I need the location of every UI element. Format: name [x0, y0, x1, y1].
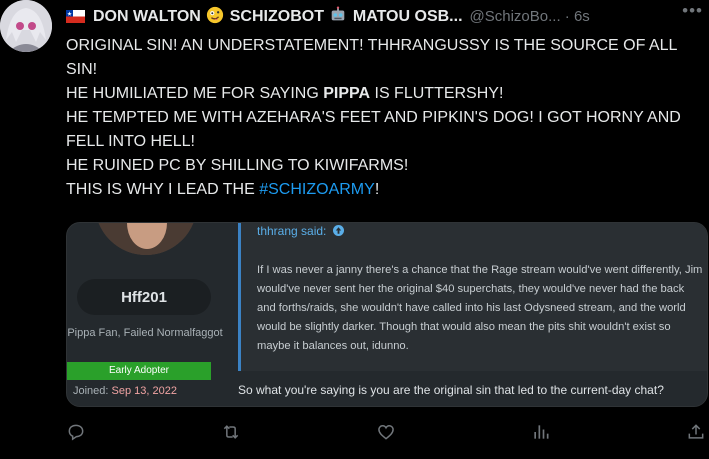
display-name-part-3[interactable]: MATOU OSB...	[353, 8, 463, 25]
display-name-part-1[interactable]: DON WALTON	[93, 8, 201, 25]
tweet-line-2-pre: HE HUMILIATED ME FOR SAYING	[66, 85, 324, 102]
dot-separator: ·	[564, 7, 574, 25]
tweet-line-5-post: !	[374, 181, 380, 198]
hashtag-link[interactable]: #SCHIZOARMY	[259, 181, 375, 198]
retweet-icon[interactable]	[221, 422, 241, 442]
tweet-media-image[interactable]: Hff201 Pippa Fan, Failed Normalfaggot Ea…	[66, 222, 708, 407]
user-handle[interactable]: @SchizoBo...	[470, 8, 561, 25]
avatar-image	[0, 0, 52, 52]
tweet-actions	[66, 418, 706, 446]
tweet-time[interactable]: 6s	[574, 8, 590, 25]
like-icon[interactable]	[376, 422, 396, 442]
arrow-up-circle-icon	[332, 225, 344, 236]
forum-avatar	[95, 223, 197, 255]
joined-date: Sep 13, 2022	[111, 385, 177, 397]
forum-joined: Joined: Sep 13, 2022	[73, 383, 223, 399]
tweet-text: ORIGINAL SIN! AN UNDERSTATEMENT! THHRANG…	[66, 34, 706, 202]
avatar[interactable]	[0, 0, 52, 52]
handle-and-time[interactable]: @SchizoBo... · 6s	[470, 8, 590, 25]
display-name-part-2[interactable]: SCHIZOBOT	[230, 8, 324, 25]
more-icon[interactable]: •••	[682, 1, 703, 21]
forum-user-title: Pippa Fan, Failed Normalfaggot	[67, 327, 223, 339]
reply-icon[interactable]	[66, 422, 86, 442]
tweet-line-3: HE TEMPTED ME WITH AZEHARA'S FEET AND PI…	[66, 109, 681, 150]
chile-flag-icon	[66, 9, 85, 23]
views-icon[interactable]	[531, 422, 551, 442]
tweet-line-4: HE RUINED PC BY SHILLING TO KIWIFARMS!	[66, 157, 409, 174]
joined-label: Joined:	[73, 385, 109, 397]
tweet-line-2-bold: PIPPA	[323, 85, 371, 102]
early-adopter-badge: Early Adopter	[67, 362, 211, 380]
tweet-line-5-pre: THIS IS WHY I LEAD THE	[66, 181, 260, 198]
display-name[interactable]: DON WALTON SCHIZOBOT MATOU OSB...	[93, 6, 463, 26]
forum-username: Hff201	[77, 279, 211, 315]
zany-face-emoji	[207, 6, 224, 24]
forum-quote-block: thhrang said: If I was never a janny the…	[238, 223, 707, 371]
tweet-line-2-post: IS FLUTTERSHY!	[370, 85, 504, 102]
robot-emoji	[332, 6, 345, 21]
tweet-line-1: ORIGINAL SIN! AN UNDERSTATEMENT! THHRANG…	[66, 37, 677, 78]
tweet-line-5: THIS IS WHY I LEAD THE #SCHIZOARMY!	[66, 178, 706, 202]
tweet-line-2: HE HUMILIATED ME FOR SAYING PIPPA IS FLU…	[66, 82, 706, 106]
forum-reply-text: So what you're saying is you are the ori…	[238, 383, 664, 397]
tweet-header: DON WALTON SCHIZOBOT MATOU OSB... @Schiz…	[66, 4, 703, 28]
share-icon[interactable]	[686, 422, 706, 442]
quote-attribution-text: thhrang said:	[257, 224, 327, 238]
quote-text: If I was never a janny there's a chance …	[257, 264, 703, 352]
quote-attribution: thhrang said:	[257, 223, 344, 239]
